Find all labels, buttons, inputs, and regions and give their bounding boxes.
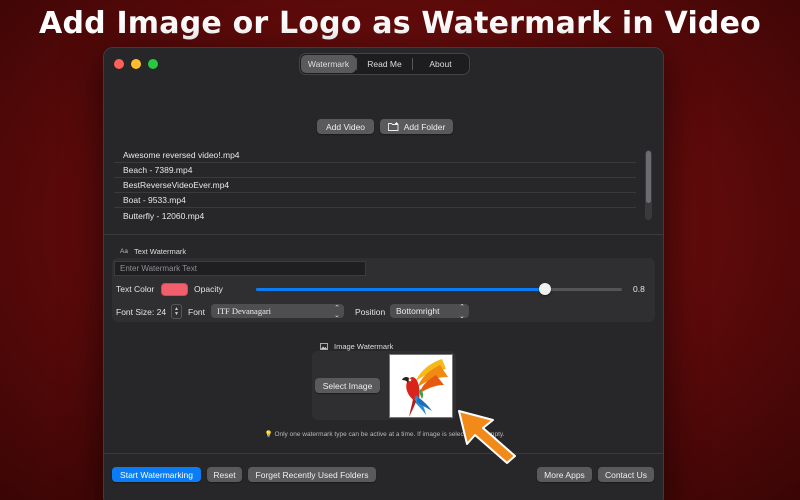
font-select[interactable]: ITF Devanagari ⌃ ⌃ xyxy=(211,304,344,318)
contact-us-button[interactable]: Contact Us xyxy=(598,467,654,482)
add-folder-button[interactable]: Add Folder xyxy=(380,119,453,134)
divider xyxy=(104,234,663,235)
text-watermark-title: Text Watermark xyxy=(133,247,187,256)
image-watermark-title: Image Watermark xyxy=(334,342,394,351)
font-select-value: ITF Devanagari xyxy=(217,306,272,316)
close-window-button[interactable] xyxy=(114,59,124,69)
watermark-text-input[interactable]: Enter Watermark Text xyxy=(114,261,366,276)
opacity-value: 0.8 xyxy=(633,284,645,294)
start-watermarking-button[interactable]: Start Watermarking xyxy=(112,467,201,482)
select-image-button[interactable]: Select Image xyxy=(315,378,380,393)
chevron-updown-icon: ⌃ ⌃ xyxy=(459,304,465,318)
chevron-updown-icon: ⌃ ⌃ xyxy=(334,304,340,319)
font-label: Font xyxy=(188,307,206,317)
tab-about[interactable]: About xyxy=(413,55,468,73)
scrollbar-thumb[interactable] xyxy=(646,151,651,203)
add-folder-label: Add Folder xyxy=(403,121,446,132)
video-file-list[interactable]: Awesome reversed video!.mp4 Beach - 7389… xyxy=(114,148,636,223)
list-item[interactable]: Awesome reversed video!.mp4 xyxy=(114,148,636,163)
opacity-slider-fill xyxy=(256,288,546,291)
font-size-label: Font Size: 24 xyxy=(116,307,167,317)
list-item[interactable]: Beach - 7389.mp4 xyxy=(114,163,636,178)
font-size-stepper[interactable]: ▲ ▼ xyxy=(171,304,182,319)
list-item[interactable]: BestReverseVideoEver.mp4 xyxy=(114,178,636,193)
promo-headline: Add Image or Logo as Watermark in Video xyxy=(39,6,761,41)
minimize-window-button[interactable] xyxy=(131,59,141,69)
watermark-note: 💡 Only one watermark type can be active … xyxy=(264,431,505,438)
divider xyxy=(104,453,663,454)
add-video-button[interactable]: Add Video xyxy=(317,119,374,134)
text-color-well[interactable] xyxy=(161,283,188,296)
position-select[interactable]: Bottomright ⌃ ⌃ xyxy=(390,304,469,318)
app-window: Watermark Read Me About Add Video Add Fo… xyxy=(103,47,664,500)
position-select-value: Bottomright xyxy=(396,306,440,316)
text-color-label: Text Color xyxy=(116,284,155,294)
tab-read-me[interactable]: Read Me xyxy=(357,55,412,73)
opacity-label: Opacity xyxy=(194,284,223,294)
window-controls xyxy=(114,59,158,69)
list-item[interactable]: Butterfly - 12060.mp4 xyxy=(114,208,636,223)
image-watermark-heading: Image Watermark xyxy=(320,342,393,351)
parrot-logo-image xyxy=(402,359,448,417)
pointer-arrow-icon xyxy=(458,410,516,464)
text-watermark-heading: Aa Text Watermark xyxy=(120,247,186,256)
file-list-scrollbar[interactable] xyxy=(645,150,652,220)
watermark-image-preview xyxy=(389,354,453,418)
tab-bar: Watermark Read Me About xyxy=(299,53,470,75)
text-format-icon: Aa xyxy=(120,248,128,255)
photo-icon xyxy=(320,343,328,350)
reset-button[interactable]: Reset xyxy=(207,467,242,482)
position-label: Position xyxy=(355,307,386,317)
chevron-down-icon[interactable]: ▼ xyxy=(174,311,179,317)
list-item[interactable]: Boat - 9533.mp4 xyxy=(114,193,636,208)
folder-add-icon xyxy=(387,122,399,131)
opacity-slider[interactable] xyxy=(256,283,622,295)
more-apps-button[interactable]: More Apps xyxy=(537,467,592,482)
forget-folders-button[interactable]: Forget Recently Used Folders xyxy=(248,467,376,482)
tab-watermark[interactable]: Watermark xyxy=(301,55,356,73)
zoom-window-button[interactable] xyxy=(148,59,158,69)
